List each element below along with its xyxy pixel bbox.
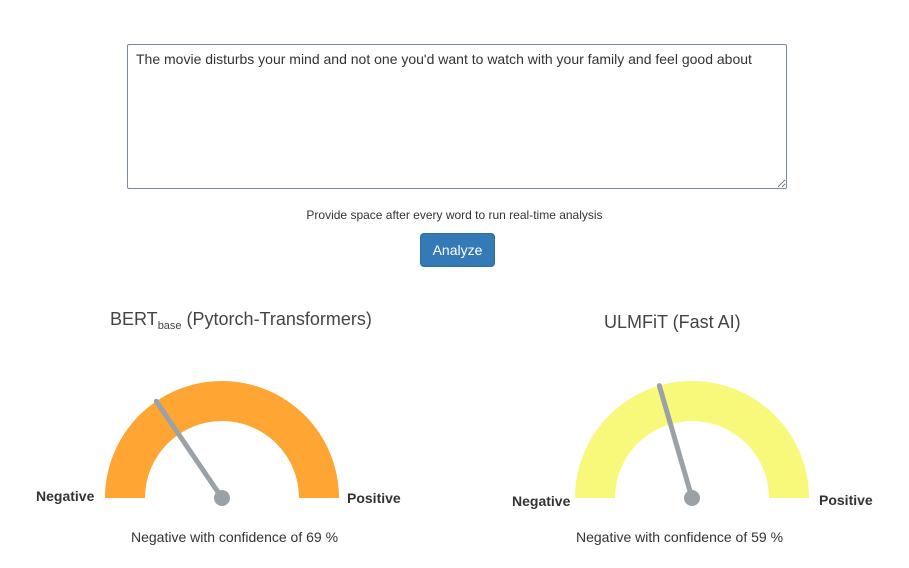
ulmfit-model-title: ULMFiT (Fast AI) xyxy=(604,312,741,332)
bert-title-rest: (Pytorch-Transformers) xyxy=(181,309,372,329)
ulmfit-confidence-text: Negative with confidence of 59 % xyxy=(576,529,784,545)
bert-confidence-text: Negative with confidence of 69 % xyxy=(131,529,339,545)
bert-positive-label: Positive xyxy=(347,490,401,506)
bert-gauge-pivot xyxy=(214,490,230,506)
bert-model-title: BERTbase (Pytorch-Transformers) xyxy=(110,309,372,332)
ulmfit-negative-label: Negative xyxy=(512,493,571,509)
bert-negative-label: Negative xyxy=(36,488,95,504)
ulmfit-sentiment-gauge xyxy=(575,381,809,506)
bert-title-main: BERT xyxy=(110,309,158,329)
ulmfit-gauge-pivot xyxy=(684,490,700,506)
realtime-hint: Provide space after every word to run re… xyxy=(306,208,603,222)
bert-sentiment-gauge xyxy=(105,381,339,506)
review-text-input[interactable]: The movie disturbs your mind and not one… xyxy=(127,44,787,189)
ulmfit-positive-label: Positive xyxy=(819,492,873,508)
ulmfit-gauge-arc xyxy=(575,381,809,498)
analyze-button[interactable]: Analyze xyxy=(420,233,495,267)
bert-gauge-arc xyxy=(105,381,339,498)
bert-title-sub: base xyxy=(157,320,182,332)
